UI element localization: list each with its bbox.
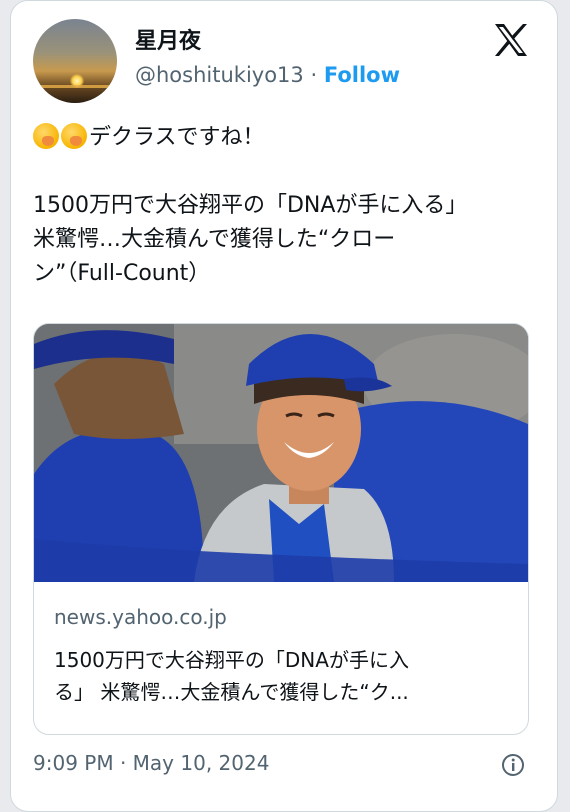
tweet-body-line: 1500万円で大谷翔平の「DNAが手に入る」 bbox=[33, 193, 468, 218]
author-display-name[interactable]: 星月夜 bbox=[135, 23, 201, 55]
tweet-line-1: デクラスですね！ bbox=[89, 125, 265, 150]
link-preview-card[interactable]: news.yahoo.co.jp 1500万円で大谷翔平の「DNAが手に入 る」… bbox=[33, 323, 529, 735]
tweet-timestamp[interactable]: 9:09 PM · May 10, 2024 bbox=[33, 751, 269, 775]
link-preview-text: news.yahoo.co.jp 1500万円で大谷翔平の「DNAが手に入 る」… bbox=[54, 602, 514, 708]
tweet-text: デクラスですね！ 1500万円で大谷翔平の「DNAが手に入る」 米驚愕…大金積ん… bbox=[33, 121, 533, 291]
link-title-line: 1500万円で大谷翔平の「DNAが手に入 bbox=[54, 648, 409, 672]
tweet-body-line: ン”（Full-Count） bbox=[33, 261, 211, 286]
horizon-glow bbox=[33, 85, 117, 88]
news-photo[interactable] bbox=[34, 324, 528, 582]
tweet-first-line: デクラスですね！ bbox=[33, 121, 533, 155]
info-icon[interactable] bbox=[501, 753, 525, 777]
author-handle-row: @hoshitukiyo13 · Follow bbox=[135, 63, 400, 87]
tweet-body-line: 米驚愕…大金積んで獲得した“クロー bbox=[33, 227, 396, 252]
handle-separator: · bbox=[310, 63, 318, 87]
link-title: 1500万円で大谷翔平の「DNAが手に入 る」 米驚愕…大金積んで獲得した“ク.… bbox=[54, 644, 514, 708]
face-with-hand-over-mouth-emoji bbox=[33, 123, 59, 149]
follow-button[interactable]: Follow bbox=[324, 63, 400, 87]
x-logo-icon[interactable] bbox=[493, 23, 529, 57]
avatar[interactable] bbox=[33, 19, 117, 103]
link-title-line: る」 米驚愕…大金積んで獲得した“ク... bbox=[54, 680, 409, 704]
link-domain: news.yahoo.co.jp bbox=[54, 605, 227, 629]
tweet-card: 星月夜 @hoshitukiyo13 · Follow デクラスですね！ 150… bbox=[10, 0, 558, 812]
author-handle[interactable]: @hoshitukiyo13 bbox=[135, 63, 304, 87]
face-with-hand-over-mouth-emoji bbox=[61, 123, 87, 149]
